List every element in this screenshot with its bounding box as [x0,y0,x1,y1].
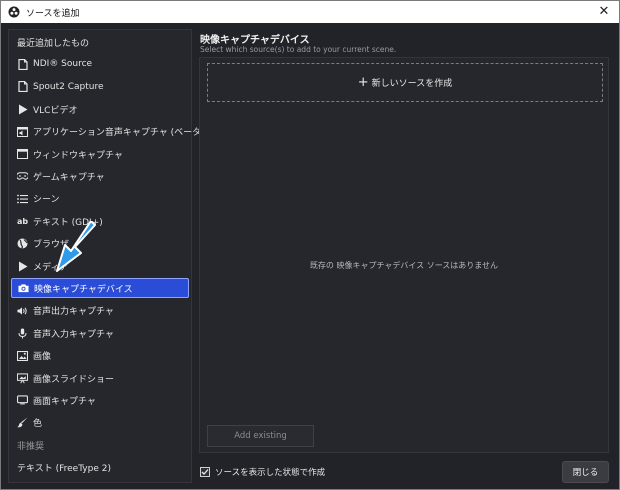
gamepad-icon [17,171,28,182]
play-icon [17,261,28,272]
source-item-1-label: Spout2 Capture [33,81,104,92]
make-visible-label: ソースを表示した状態で作成 [215,468,326,478]
microphone-icon [17,328,28,339]
source-item-11[interactable]: 音声出力キャプチャ [11,301,189,321]
recent-header-label: 最近追加したもの [17,38,90,49]
add-source-dialog: ソースを追加 ✕ 最近追加したもの NDI® Source Spout2 Captu… [0,0,620,490]
source-item-3-label: アプリケーション音声キャプチャ (ベータ版) [33,128,214,139]
speaker-icon [17,305,28,316]
camera-icon [18,283,29,294]
empty-sources-message: 既存の 映像キャプチャデバイス ソースはありません [309,261,499,270]
deprecated-header: 非推奨 [11,435,189,455]
source-item-5[interactable]: ゲームキャプチャ [11,166,189,186]
file-icon [17,58,28,70]
source-item-13-label: 画像 [33,352,52,363]
slideshow-icon [17,372,28,384]
deprecated-item-0[interactable]: テキスト (FreeType 2) [11,458,189,478]
panel-title: 映像キャプチャデバイス [200,35,310,46]
source-item-16[interactable]: 色 [11,413,189,433]
source-item-6-label: シーン [33,195,60,206]
create-new-source-label: 新しいソースを作成 [371,79,453,89]
source-item-6[interactable]: シーン [11,189,189,209]
source-item-15-label: 画面キャプチャ [33,396,96,407]
source-item-14[interactable]: 画像スライドショー [11,368,189,388]
source-item-16-label: 色 [33,419,43,430]
source-item-1[interactable]: Spout2 Capture [11,77,189,97]
recent-header: 最近追加したもの [11,32,189,52]
existing-sources-panel: + 新しいソースを作成 既存の 映像キャプチャデバイス ソースはありません Ad… [199,57,609,453]
source-item-4-label: ウィンドウキャプチャ [33,150,123,161]
source-item-0[interactable]: NDI® Source [11,54,189,74]
deprecated-header-label: 非推奨 [17,441,45,452]
close-icon[interactable]: ✕ [597,4,611,19]
image-icon [17,350,28,361]
title-bar: ソースを追加 ✕ [1,1,619,23]
app-audio-icon [17,126,28,137]
source-item-10-label: 映像キャプチャデバイス [34,284,133,295]
window-icon [17,149,28,160]
list-icon [17,193,28,204]
monitor-icon [17,395,28,406]
globe-icon [17,238,28,249]
file-icon [17,81,28,93]
add-existing-button[interactable]: Add existing [207,425,314,447]
pointer-arrow-icon [56,221,96,272]
source-item-5-label: ゲームキャプチャ [33,172,105,183]
source-item-12-label: 音声入力キャプチャ [33,329,114,340]
panel-subtitle: Select which source(s) to add to your cu… [200,45,397,54]
make-visible-checkbox-row[interactable]: ソースを表示した状態で作成 [200,466,325,478]
plus-icon: + [357,75,369,90]
source-item-14-label: 画像スライドショー [33,374,115,385]
source-item-2-label: VLCビデオ [33,105,78,116]
source-item-2[interactable]: VLCビデオ [11,99,189,119]
source-item-10[interactable]: 映像キャプチャデバイス [11,278,189,299]
checkmark-icon [201,469,209,475]
window-title: ソースを追加 [26,8,80,19]
close-button[interactable]: 閉じる [562,461,609,483]
source-item-11-label: 音声出力キャプチャ [33,307,114,318]
source-item-3[interactable]: アプリケーション音声キャプチャ (ベータ版) [11,122,214,142]
source-item-13[interactable]: 画像 [11,346,189,366]
source-item-15[interactable]: 画面キャプチャ [11,390,189,410]
text-icon: ab [16,216,29,226]
source-item-12[interactable]: 音声入力キャプチャ [11,323,189,343]
play-icon [17,104,28,115]
obs-app-icon [8,6,20,18]
make-visible-checkbox[interactable] [200,467,210,477]
deprecated-item-0-label: テキスト (FreeType 2) [17,464,111,475]
create-new-source-button[interactable]: + 新しいソースを作成 [207,63,603,102]
source-item-4[interactable]: ウィンドウキャプチャ [11,144,189,164]
source-item-0-label: NDI® Source [33,59,93,70]
brush-icon [17,417,28,428]
